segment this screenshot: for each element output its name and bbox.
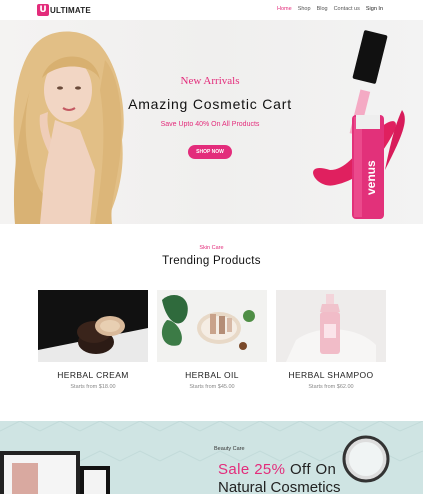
nav-item-home[interactable]: Home	[277, 6, 292, 12]
product-image[interactable]	[157, 290, 267, 362]
shop-now-button[interactable]: SHOP NOW	[188, 145, 232, 159]
section-title: Trending Products	[162, 255, 261, 267]
product-card-herbal-shampoo[interactable]: HERBAL SHAMPOO Starts from $62.00	[276, 290, 386, 390]
section-eyebrow: Skin Care	[199, 245, 224, 251]
banner-sale-rest: Off On	[285, 461, 337, 478]
cream-jar-illustration	[38, 290, 148, 362]
main-menu: Home Shop Blog Contact us Sign In	[277, 6, 383, 12]
product-name[interactable]: HERBAL SHAMPOO	[276, 370, 386, 380]
lip-gloss-product: venus	[313, 30, 405, 219]
hero-title: Amazing Cosmetic Cart	[128, 96, 292, 112]
product-image[interactable]	[276, 290, 386, 362]
product-price: Starts from $45.00	[189, 384, 235, 390]
nav-item-blog[interactable]: Blog	[317, 6, 328, 12]
top-navbar: U ULTIMATE Home Shop Blog Contact us Sig…	[0, 0, 423, 20]
svg-text:venus: venus	[364, 160, 378, 195]
brand-logo[interactable]: U ULTIMATE	[37, 4, 91, 16]
nav-item-signin[interactable]: Sign In	[366, 6, 383, 12]
product-name[interactable]: HERBAL OIL	[157, 370, 267, 380]
product-card-herbal-cream[interactable]: HERBAL CREAM Starts from $18.00	[38, 290, 148, 390]
hero-eyebrow: New Arrivals	[180, 75, 240, 87]
product-name[interactable]: HERBAL CREAM	[38, 370, 148, 380]
banner-eyebrow: Beauty Care	[214, 446, 245, 452]
nav-item-contact[interactable]: Contact us	[334, 6, 360, 12]
banner-headline: Sale 25% Off On	[218, 461, 336, 478]
hero-text-block: New Arrivals Amazing Cosmetic Cart Save …	[120, 75, 300, 159]
product-image[interactable]	[38, 290, 148, 362]
hero-subtitle: Save Upto 40% On All Products	[160, 121, 260, 128]
promo-artwork	[0, 421, 423, 494]
product-price: Starts from $62.00	[308, 384, 354, 390]
product-card-herbal-oil[interactable]: HERBAL OIL Starts from $45.00	[157, 290, 267, 390]
product-price: Starts from $18.00	[70, 384, 116, 390]
logo-mark: U	[37, 4, 49, 16]
nav-item-shop[interactable]: Shop	[298, 6, 311, 12]
banner-headline-line2: Natural Cosmetics	[218, 479, 341, 494]
logo-text: ULTIMATE	[50, 5, 91, 15]
model-illustration	[13, 31, 124, 224]
oil-bottles-illustration	[157, 290, 267, 362]
banner-sale-highlight: Sale 25%	[218, 461, 286, 478]
promo-banner: Beauty Care Sale 25% Off On Natural Cosm…	[0, 421, 423, 494]
shampoo-bottle-illustration	[276, 290, 386, 362]
hero-banner: venus New Arrivals Amazing Cosmetic Cart…	[0, 20, 423, 224]
